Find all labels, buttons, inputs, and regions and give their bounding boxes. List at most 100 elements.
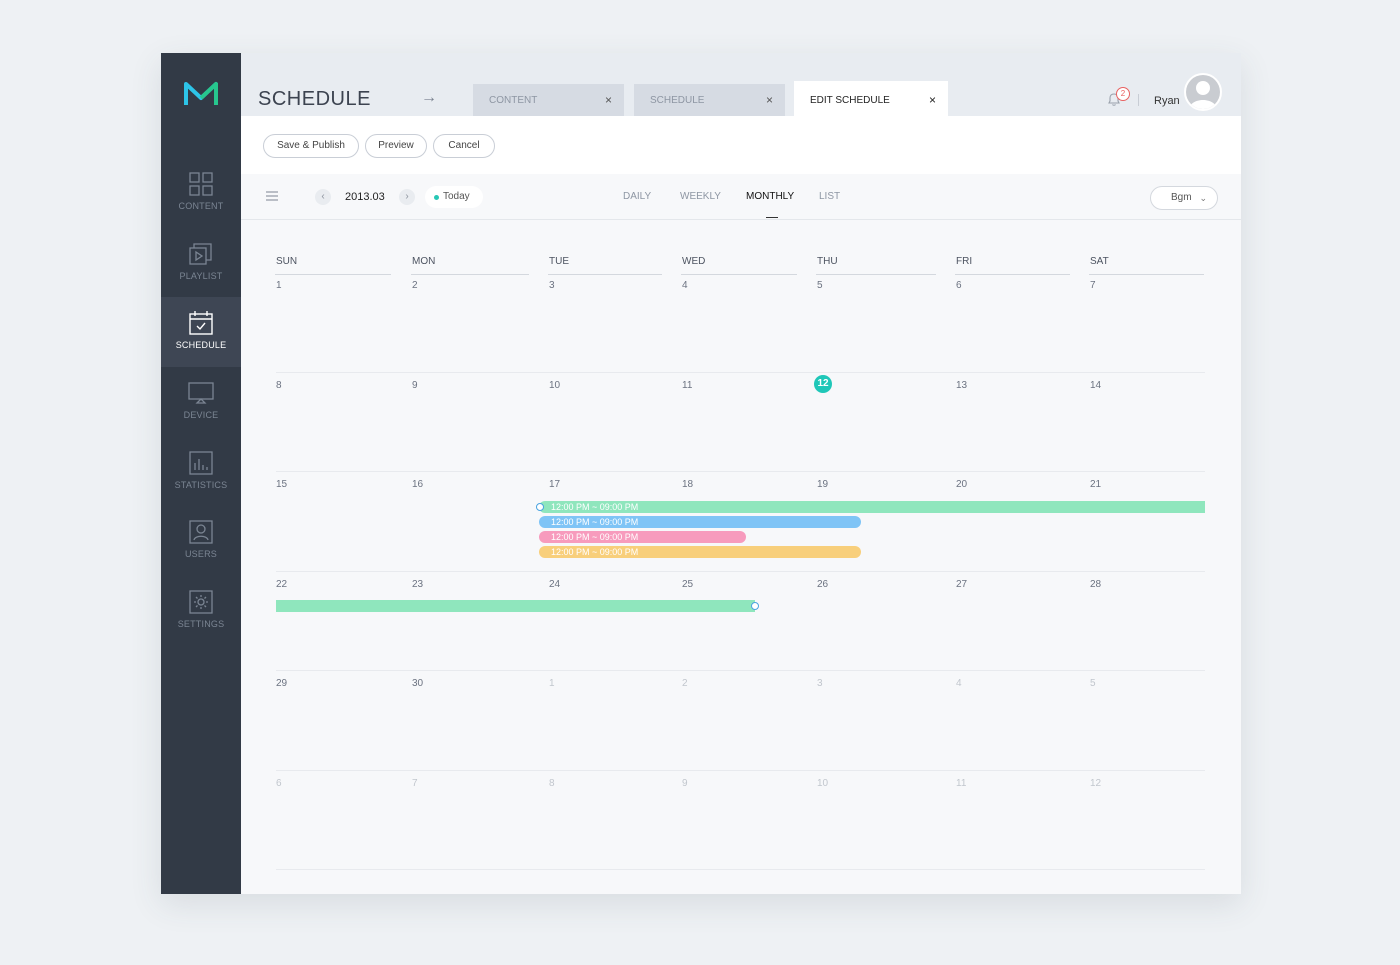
resize-handle-start[interactable] xyxy=(536,503,544,511)
today-button[interactable]: Today xyxy=(425,186,483,208)
view-list[interactable]: LIST xyxy=(819,191,840,202)
chevron-down-icon: ⌄ xyxy=(1199,193,1207,203)
cancel-button[interactable]: Cancel xyxy=(433,134,495,158)
day-number[interactable]: 13 xyxy=(956,380,967,391)
tab-label: SCHEDULE xyxy=(650,95,705,106)
sidebar-item-device[interactable]: DEVICE xyxy=(161,367,241,437)
weekday-header: FRI xyxy=(956,256,973,267)
day-number[interactable]: 21 xyxy=(1090,479,1101,490)
sidebar-item-content[interactable]: CONTENT xyxy=(161,158,241,228)
prev-month-button[interactable]: ‹ xyxy=(315,189,331,205)
calendar-icon xyxy=(189,311,213,335)
week-divider xyxy=(276,570,1205,572)
calendar-toolbar: ‹ 2013.03 › Today DAILY WEEKLY MONTHLY L… xyxy=(241,174,1241,220)
day-number[interactable]: 19 xyxy=(817,479,828,490)
day-number[interactable]: 26 xyxy=(817,579,828,590)
weekday-divider xyxy=(681,274,797,275)
event-bar[interactable]: 12:00 PM ~ 09:00 PM xyxy=(539,546,861,558)
view-weekly[interactable]: WEEKLY xyxy=(680,191,721,202)
week-divider xyxy=(276,471,1205,472)
tab-edit-schedule[interactable]: EDIT SCHEDULE × xyxy=(794,81,948,116)
day-number[interactable]: 6 xyxy=(276,778,282,789)
menu-icon[interactable] xyxy=(266,191,278,201)
divider xyxy=(1138,94,1139,106)
event-bar-continuation[interactable] xyxy=(276,600,755,612)
day-number[interactable]: 7 xyxy=(412,778,418,789)
close-icon[interactable]: × xyxy=(766,93,773,107)
filter-select[interactable]: Bgm ⌄ xyxy=(1150,186,1218,210)
save-publish-button[interactable]: Save & Publish xyxy=(263,134,359,158)
day-number[interactable]: 28 xyxy=(1090,579,1101,590)
event-bar[interactable]: 12:00 PM ~ 09:00 PM xyxy=(539,501,1205,513)
day-number[interactable]: 5 xyxy=(1090,678,1096,689)
current-month: 2013.03 xyxy=(345,191,385,203)
day-number[interactable]: 4 xyxy=(682,280,688,291)
day-number[interactable]: 22 xyxy=(276,579,287,590)
day-number[interactable]: 10 xyxy=(549,380,560,391)
view-monthly[interactable]: MONTHLY xyxy=(746,191,794,202)
today-date[interactable]: 12 xyxy=(814,374,832,393)
sidebar-item-schedule[interactable]: SCHEDULE xyxy=(161,297,241,367)
weekday-header: SUN xyxy=(276,256,298,267)
day-number[interactable]: 1 xyxy=(276,280,282,291)
sidebar-item-users[interactable]: USERS xyxy=(161,506,241,576)
day-number[interactable]: 16 xyxy=(412,479,423,490)
weekday-divider xyxy=(816,274,936,275)
tab-content[interactable]: CONTENT × xyxy=(473,84,624,116)
sidebar-item-label: PLAYLIST xyxy=(179,271,223,281)
day-number[interactable]: 5 xyxy=(817,280,823,291)
day-number[interactable]: 2 xyxy=(412,280,418,291)
arrow-right-icon: → xyxy=(421,89,437,106)
day-number[interactable]: 3 xyxy=(817,678,823,689)
tab-schedule[interactable]: SCHEDULE × xyxy=(634,84,785,116)
day-number[interactable]: 14 xyxy=(1090,380,1101,391)
week-divider xyxy=(276,371,1205,373)
day-number[interactable]: 4 xyxy=(956,678,962,689)
day-number[interactable]: 25 xyxy=(682,579,693,590)
sidebar-item-settings[interactable]: SETTINGS xyxy=(161,576,241,646)
day-number[interactable]: 18 xyxy=(682,479,693,490)
weekday-divider xyxy=(411,274,529,275)
day-number[interactable]: 27 xyxy=(956,579,967,590)
day-number[interactable]: 9 xyxy=(682,778,688,789)
day-number[interactable]: 12 xyxy=(1090,778,1101,789)
day-number[interactable]: 10 xyxy=(817,778,828,789)
day-number[interactable]: 17 xyxy=(549,479,560,490)
day-number[interactable]: 11 xyxy=(956,778,966,789)
day-number[interactable]: 23 xyxy=(412,579,423,590)
day-number[interactable]: 6 xyxy=(956,280,962,291)
grid-icon xyxy=(189,172,213,196)
day-number[interactable]: 24 xyxy=(549,579,560,590)
day-number[interactable]: 1 xyxy=(549,678,555,689)
weekday-divider xyxy=(548,274,662,275)
sidebar-item-statistics[interactable]: STATISTICS xyxy=(161,437,241,507)
close-icon[interactable]: × xyxy=(929,93,936,107)
day-number[interactable]: 30 xyxy=(412,678,423,689)
day-number[interactable]: 8 xyxy=(276,380,282,391)
avatar[interactable] xyxy=(1184,73,1222,111)
close-icon[interactable]: × xyxy=(605,93,612,107)
day-number[interactable]: 3 xyxy=(549,280,555,291)
day-number[interactable]: 2 xyxy=(682,678,688,689)
m-logo-icon[interactable] xyxy=(183,81,219,107)
resize-handle-end[interactable] xyxy=(751,602,759,610)
weekday-divider xyxy=(275,274,391,275)
day-number[interactable]: 15 xyxy=(276,479,287,490)
event-bar[interactable]: 12:00 PM ~ 09:00 PM xyxy=(539,531,746,543)
next-month-button[interactable]: › xyxy=(399,189,415,205)
day-number[interactable]: 11 xyxy=(682,380,692,391)
preview-button[interactable]: Preview xyxy=(365,134,427,158)
event-bar[interactable]: 12:00 PM ~ 09:00 PM xyxy=(539,516,861,528)
sidebar-item-label: CONTENT xyxy=(178,201,224,211)
day-number[interactable]: 20 xyxy=(956,479,967,490)
sidebar-item-playlist[interactable]: PLAYLIST xyxy=(161,228,241,298)
day-number[interactable]: 9 xyxy=(412,380,418,391)
day-number[interactable]: 7 xyxy=(1090,280,1096,291)
monitor-icon xyxy=(188,382,214,404)
view-daily[interactable]: DAILY xyxy=(623,191,651,202)
day-number[interactable]: 8 xyxy=(549,778,555,789)
tab-label: EDIT SCHEDULE xyxy=(810,95,890,106)
week-divider xyxy=(276,869,1205,870)
user-name[interactable]: Ryan xyxy=(1154,95,1180,107)
day-number[interactable]: 29 xyxy=(276,678,287,689)
